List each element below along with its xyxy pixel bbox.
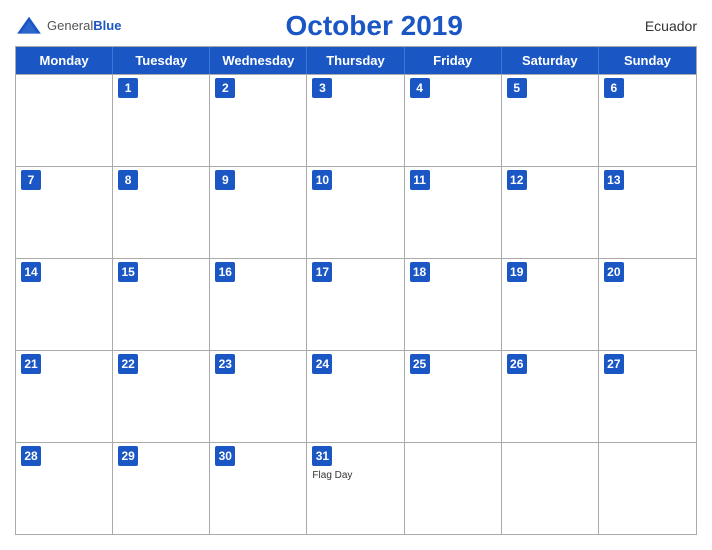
calendar-cell: 12 — [502, 167, 599, 258]
calendar-cell: 4 — [405, 75, 502, 166]
week-row: 7 8 9 10 11 12 13 — [16, 166, 696, 258]
calendar-cell: 16 — [210, 259, 307, 350]
calendar-cell: 3 — [307, 75, 404, 166]
calendar-cell: 18 — [405, 259, 502, 350]
calendar-cell: 27 — [599, 351, 696, 442]
calendar-cell: 20 — [599, 259, 696, 350]
calendar-cell: 15 — [113, 259, 210, 350]
week-row: 1 2 3 4 5 6 — [16, 74, 696, 166]
flag-day-event: Flag Day — [312, 470, 398, 481]
header-tuesday: Tuesday — [113, 47, 210, 74]
header-sunday: Sunday — [599, 47, 696, 74]
calendar-header: GeneralBlue October 2019 Ecuador — [15, 10, 697, 42]
header-wednesday: Wednesday — [210, 47, 307, 74]
week-row: 21 22 23 24 25 26 27 — [16, 350, 696, 442]
month-title: October 2019 — [121, 10, 627, 42]
calendar-cell: 28 — [16, 443, 113, 534]
calendar-cell: 8 — [113, 167, 210, 258]
header-thursday: Thursday — [307, 47, 404, 74]
calendar-cell: 13 — [599, 167, 696, 258]
calendar-cell: 29 — [113, 443, 210, 534]
calendar-cell-31: 31 Flag Day — [307, 443, 404, 534]
calendar-cell — [16, 75, 113, 166]
header-monday: Monday — [16, 47, 113, 74]
calendar-cell: 9 — [210, 167, 307, 258]
calendar-cell: 14 — [16, 259, 113, 350]
calendar-cell: 30 — [210, 443, 307, 534]
calendar: Monday Tuesday Wednesday Thursday Friday… — [15, 46, 697, 535]
calendar-cell: 17 — [307, 259, 404, 350]
week-row: 14 15 16 17 18 19 20 — [16, 258, 696, 350]
calendar-cell: 10 — [307, 167, 404, 258]
calendar-cell: 25 — [405, 351, 502, 442]
calendar-cell: 6 — [599, 75, 696, 166]
calendar-cell: 11 — [405, 167, 502, 258]
calendar-cell: 1 — [113, 75, 210, 166]
calendar-cell: 26 — [502, 351, 599, 442]
calendar-cell — [599, 443, 696, 534]
calendar-cell: 7 — [16, 167, 113, 258]
logo-general-text: GeneralBlue — [47, 17, 121, 35]
calendar-cell: 21 — [16, 351, 113, 442]
calendar-cell: 22 — [113, 351, 210, 442]
calendar-cell: 23 — [210, 351, 307, 442]
day-headers: Monday Tuesday Wednesday Thursday Friday… — [16, 47, 696, 74]
header-saturday: Saturday — [502, 47, 599, 74]
calendar-cell — [405, 443, 502, 534]
calendar-grid: 1 2 3 4 5 6 7 8 9 10 11 12 13 14 15 16 1… — [16, 74, 696, 534]
calendar-cell: 5 — [502, 75, 599, 166]
calendar-cell: 19 — [502, 259, 599, 350]
country-label: Ecuador — [627, 18, 697, 34]
calendar-cell: 24 — [307, 351, 404, 442]
week-row: 28 29 30 31 Flag Day — [16, 442, 696, 534]
calendar-cell: 2 — [210, 75, 307, 166]
calendar-cell — [502, 443, 599, 534]
header-friday: Friday — [405, 47, 502, 74]
logo-icon — [15, 15, 43, 37]
logo: GeneralBlue — [15, 15, 121, 37]
